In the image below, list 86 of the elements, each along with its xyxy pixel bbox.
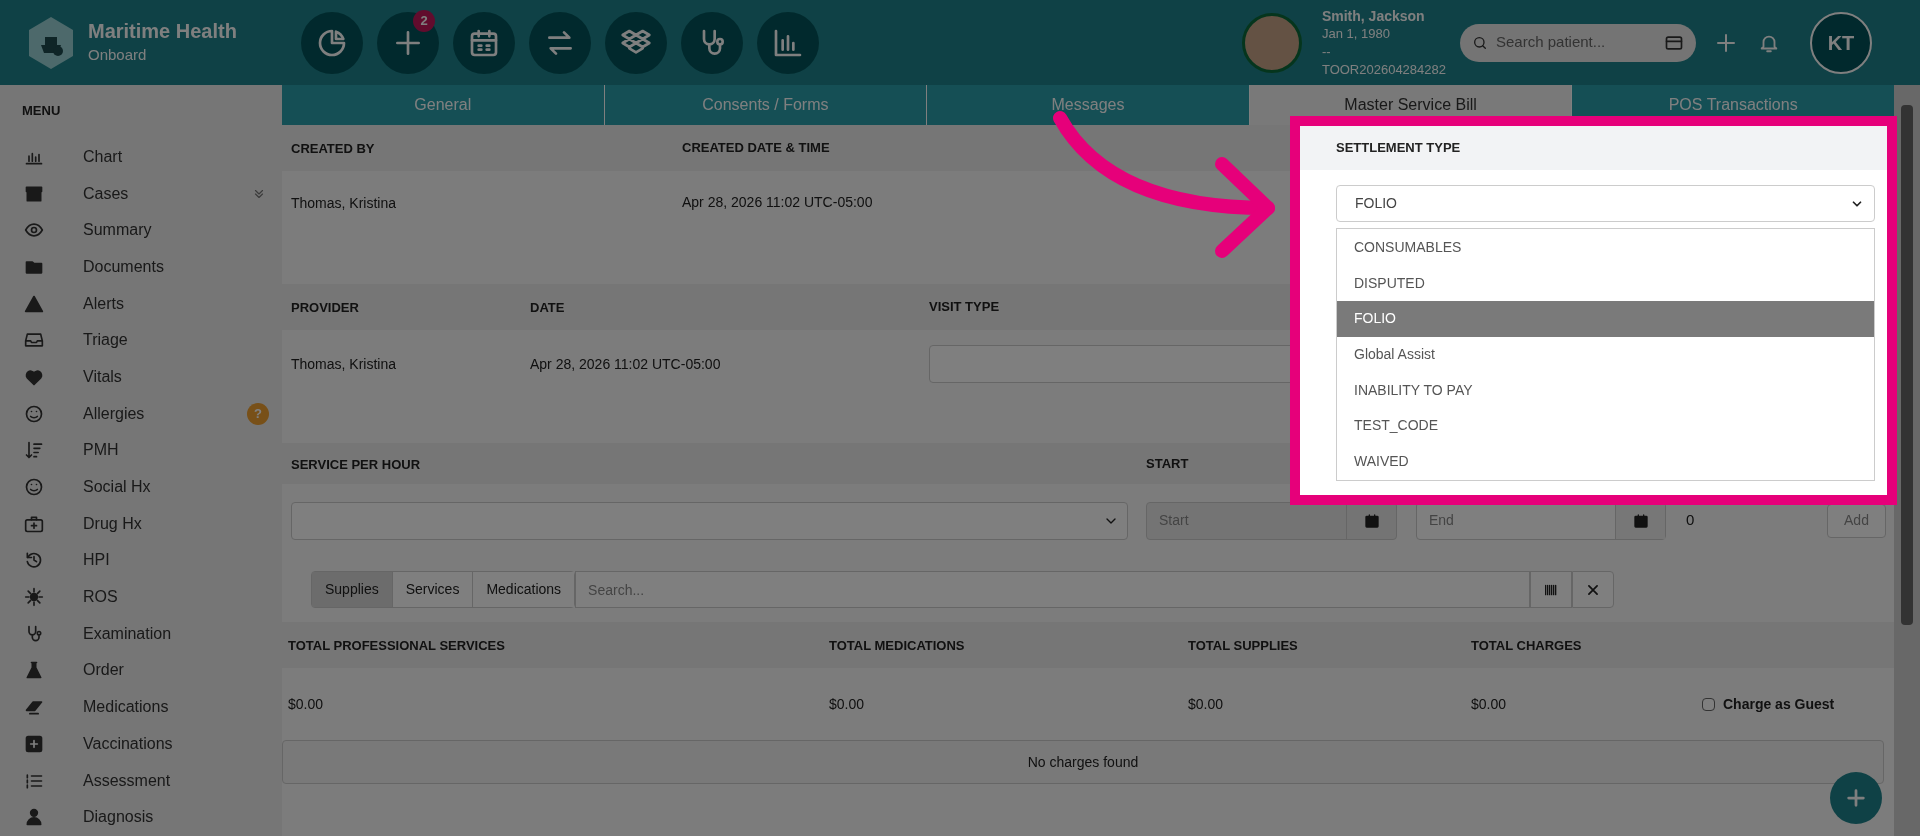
item-type-tab[interactable]: Medications	[472, 572, 575, 607]
sidebar-item[interactable]: Assessment	[0, 762, 282, 799]
column-header: TOTAL SUPPLIES	[1188, 638, 1298, 653]
tab[interactable]: Messages	[926, 85, 1249, 125]
sidebar-item[interactable]: Vaccinations	[0, 725, 282, 763]
dropdown-option[interactable]: INABILITY TO PAY	[1337, 372, 1874, 408]
dropdown-option[interactable]: TEST_CODE	[1337, 407, 1874, 444]
column-header: START	[1146, 454, 1189, 473]
column-header: CREATED BY	[291, 141, 375, 156]
settlement-type-select[interactable]: FOLIO	[1336, 185, 1875, 222]
brand-name: Maritime Health	[88, 18, 237, 43]
history-icon	[24, 550, 44, 571]
help-badge: ?	[247, 402, 269, 425]
patient-search-field[interactable]: Search patient...	[1496, 31, 1656, 54]
sidebar-item[interactable]: Chart	[0, 138, 282, 176]
sidebar-item[interactable]: Triage	[0, 321, 282, 359]
table-cell: $0.00	[829, 696, 865, 712]
checkbox[interactable]	[1702, 697, 1715, 711]
item-type-tab[interactable]: Supplies	[312, 572, 392, 607]
column-header: TOTAL PROFESSIONAL SERVICES	[288, 638, 505, 653]
table-cell: Thomas, Kristina	[291, 356, 397, 372]
table-cell: $0.00	[288, 696, 324, 712]
smiley-icon	[24, 477, 44, 498]
column-header: DATE	[530, 300, 565, 315]
quantity-value: 0	[1686, 510, 1696, 531]
tab[interactable]: Consents / Forms	[603, 85, 927, 125]
sidebar-item[interactable]: Drug Hx	[0, 505, 282, 543]
clear-button[interactable]	[1572, 571, 1615, 608]
flask-icon	[24, 660, 44, 681]
brand-subtitle: Onboard	[88, 44, 148, 65]
table-cell: Thomas, Kristina	[291, 194, 397, 211]
plus-square-icon	[24, 733, 44, 754]
sidebar-item[interactable]: Summary	[0, 211, 282, 249]
column-header: PROVIDER	[291, 300, 359, 315]
notification-badge: 2	[413, 9, 435, 32]
warning-triangle-icon	[24, 293, 44, 314]
column-header: VISIT TYPE	[929, 298, 1000, 317]
table-cell-text: Apr 28, 2026 11:02 UTC-05:00	[682, 193, 873, 212]
patient-id: TOOR202604284282	[1321, 60, 1446, 79]
close-icon	[1586, 582, 1601, 597]
barcode-button[interactable]	[1530, 571, 1573, 608]
toolbar-button[interactable]: 2	[377, 11, 439, 74]
column-header: CREATED DATE & TIME	[682, 139, 830, 158]
sidebar-item[interactable]: Medications	[0, 688, 282, 726]
column-header: TOTAL MEDICATIONS	[829, 638, 965, 653]
sidebar-item[interactable]: ROS	[0, 578, 282, 616]
sidebar-item[interactable]: Examination	[0, 615, 282, 653]
column-header: TOTAL CHARGES	[1471, 638, 1582, 653]
patient-name: Smith, Jackson	[1321, 6, 1426, 25]
sort-list-icon	[24, 440, 44, 461]
patient-detail: --	[1321, 42, 1332, 61]
dropdown-option[interactable]: CONSUMABLES	[1337, 230, 1874, 266]
calendar-icon	[1363, 512, 1380, 529]
sidebar-item[interactable]: Cases	[0, 175, 282, 212]
dropdown-option[interactable]: DISPUTED	[1337, 265, 1874, 302]
dropdown-option[interactable]: FOLIO	[1337, 301, 1874, 337]
menu-heading: MENU	[21, 102, 61, 120]
dropdown-option[interactable]: Global Assist	[1337, 336, 1874, 373]
patient-search-box[interactable]: Search patient...	[1460, 23, 1696, 62]
sidebar-item[interactable]: Documents	[0, 248, 282, 286]
sidebar-item[interactable]: Vitals	[0, 358, 282, 396]
plus-icon	[1845, 787, 1867, 809]
add-service-button[interactable]: Add	[1827, 503, 1886, 538]
table-cell: $0.00	[1188, 696, 1224, 712]
patient-dob: Jan 1, 1980	[1321, 24, 1391, 43]
checkbox-label: Charge as Guest	[1723, 694, 1835, 714]
sidebar-item[interactable]: Order	[0, 652, 282, 689]
item-search-field[interactable]: Search...	[576, 572, 1530, 607]
sidebar-item[interactable]: HPI	[0, 542, 282, 579]
column-header: SERVICE PER HOUR	[291, 456, 421, 472]
dropdown-option[interactable]: WAIVED	[1337, 443, 1874, 480]
sidebar-item[interactable]: Alerts	[0, 285, 282, 322]
calendar-icon	[1632, 512, 1649, 529]
table-cell: $0.00	[1471, 696, 1507, 712]
settlement-type-label: SETTLEMENT TYPE	[1336, 139, 1461, 158]
sidebar-item[interactable]: Diagnosis	[0, 798, 282, 836]
search-icon	[1472, 34, 1488, 51]
smiley-icon	[24, 403, 44, 424]
sidebar-item[interactable]: PMH	[0, 432, 282, 469]
user-avatar[interactable]: KT	[1810, 11, 1872, 74]
tab[interactable]: General	[282, 85, 604, 125]
add-fab-button[interactable]	[1830, 772, 1882, 824]
sidebar-item[interactable]: Allergies ?	[0, 395, 282, 432]
empty-message: No charges found	[282, 740, 1884, 784]
sidebar-item[interactable]: Social Hx	[0, 468, 282, 506]
table-cell: Apr 28, 2026 11:02 UTC-05:00	[530, 356, 721, 372]
